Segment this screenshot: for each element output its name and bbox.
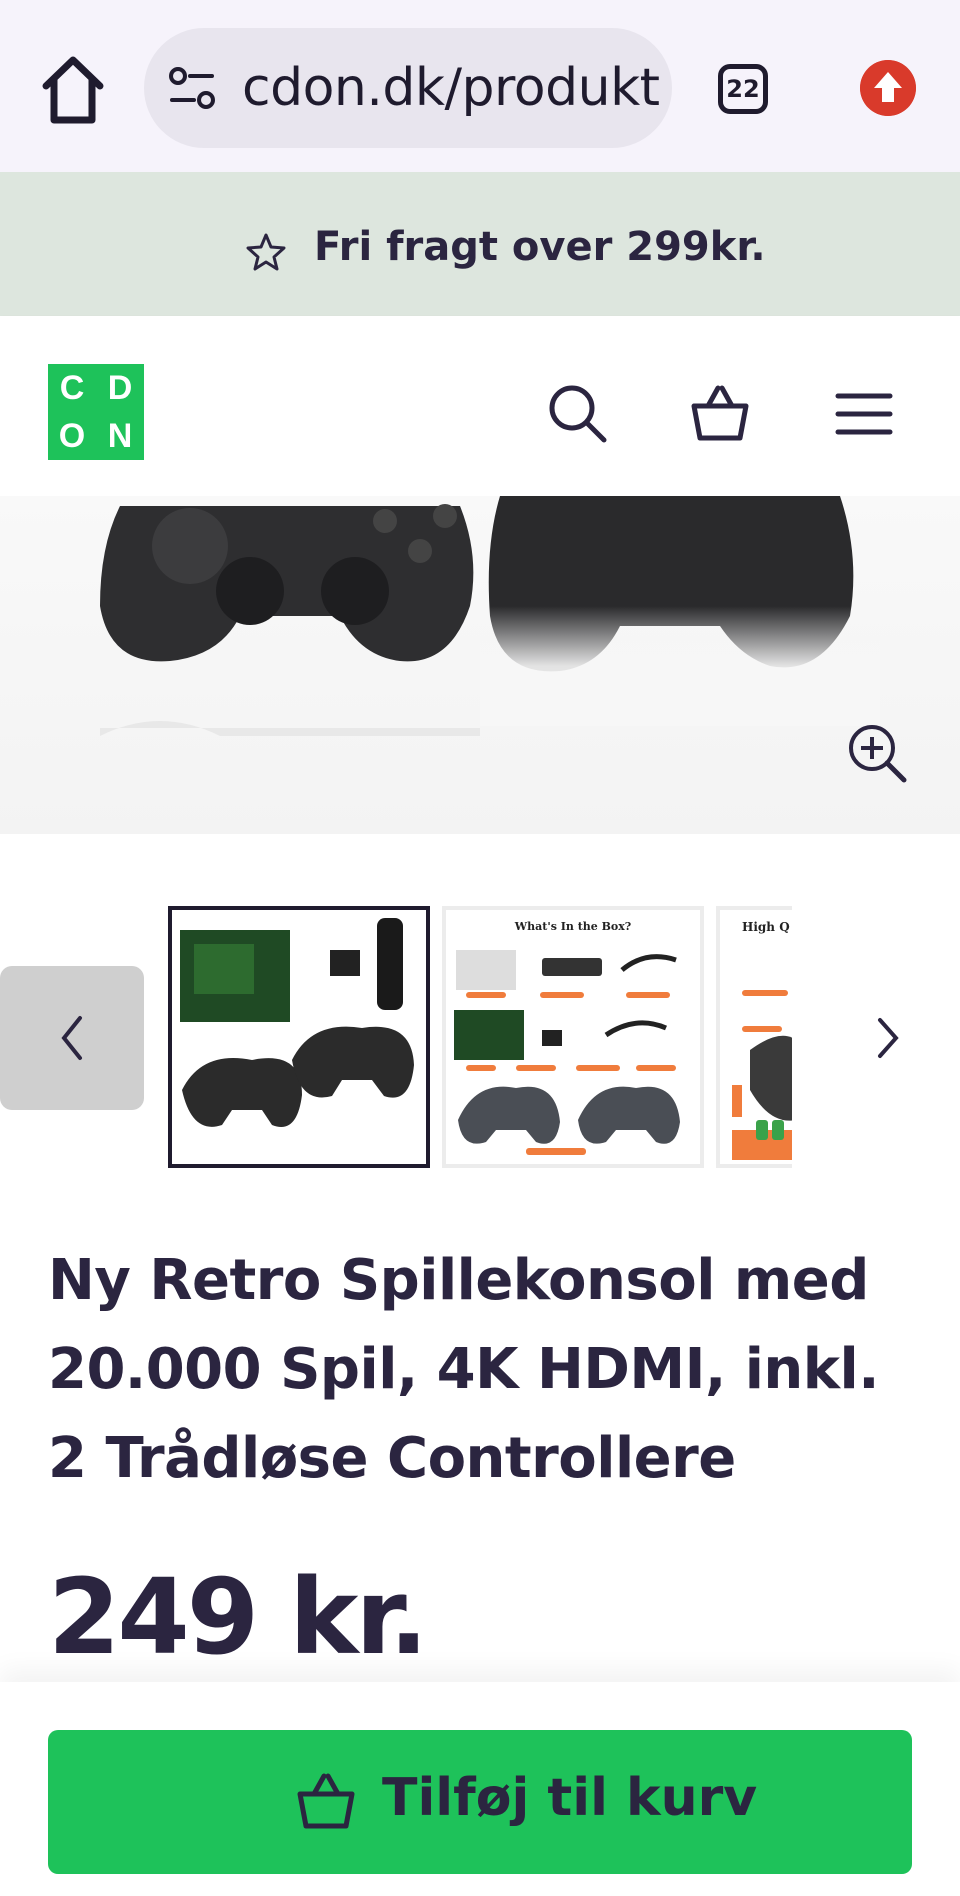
search-icon[interactable] xyxy=(546,382,610,446)
menu-icon[interactable] xyxy=(832,382,896,446)
thumbnail-1[interactable] xyxy=(168,906,430,1168)
site-settings-icon[interactable] xyxy=(166,62,218,114)
tab-switcher-button[interactable]: 22 xyxy=(718,64,768,114)
address-bar[interactable]: cdon.dk/produkt xyxy=(144,28,672,148)
thumbnail-image xyxy=(732,990,792,1160)
zoom-in-icon[interactable] xyxy=(846,722,908,784)
thumbnail-image xyxy=(180,918,414,1127)
home-icon[interactable] xyxy=(38,50,108,130)
promo-text: Fri fragt over 299kr. xyxy=(314,224,766,270)
controllers-image xyxy=(100,496,880,736)
logo-letter: D xyxy=(107,369,133,407)
browser-toolbar: cdon.dk/produkt 22 xyxy=(0,0,960,172)
thumbnail-prev-button[interactable] xyxy=(0,966,144,1110)
product-price: 249 kr. xyxy=(48,1556,428,1678)
thumbnail-3[interactable]: High Q xyxy=(716,906,792,1168)
star-icon xyxy=(246,233,286,271)
logo-letter: N xyxy=(107,417,133,455)
logo-letter: C xyxy=(59,369,85,407)
product-title: Ny Retro Spillekonsol med 20.000 Spil, 4… xyxy=(48,1248,879,1491)
chevron-right-icon[interactable] xyxy=(862,1010,912,1066)
thumbnail-caption: High Q xyxy=(742,920,790,934)
product-main-image[interactable] xyxy=(0,496,960,834)
site-header xyxy=(0,316,960,496)
browser-update-icon[interactable] xyxy=(860,60,916,116)
cdon-logo[interactable]: C D O N xyxy=(48,364,144,460)
add-to-cart-button[interactable]: Tilføj til kurv xyxy=(48,1730,912,1874)
chevron-left-icon xyxy=(61,1016,82,1060)
add-to-cart-label: Tilføj til kurv xyxy=(382,1768,758,1828)
url-text: cdon.dk/produkt xyxy=(242,58,660,118)
thumbnail-2[interactable]: What's In the Box? xyxy=(442,906,704,1168)
basket-icon[interactable] xyxy=(688,382,752,446)
basket-icon xyxy=(297,1773,355,1829)
logo-letter: O xyxy=(58,417,86,455)
thumbnail-caption: What's In the Box? xyxy=(514,920,632,933)
thumbnail-image xyxy=(454,950,680,1155)
